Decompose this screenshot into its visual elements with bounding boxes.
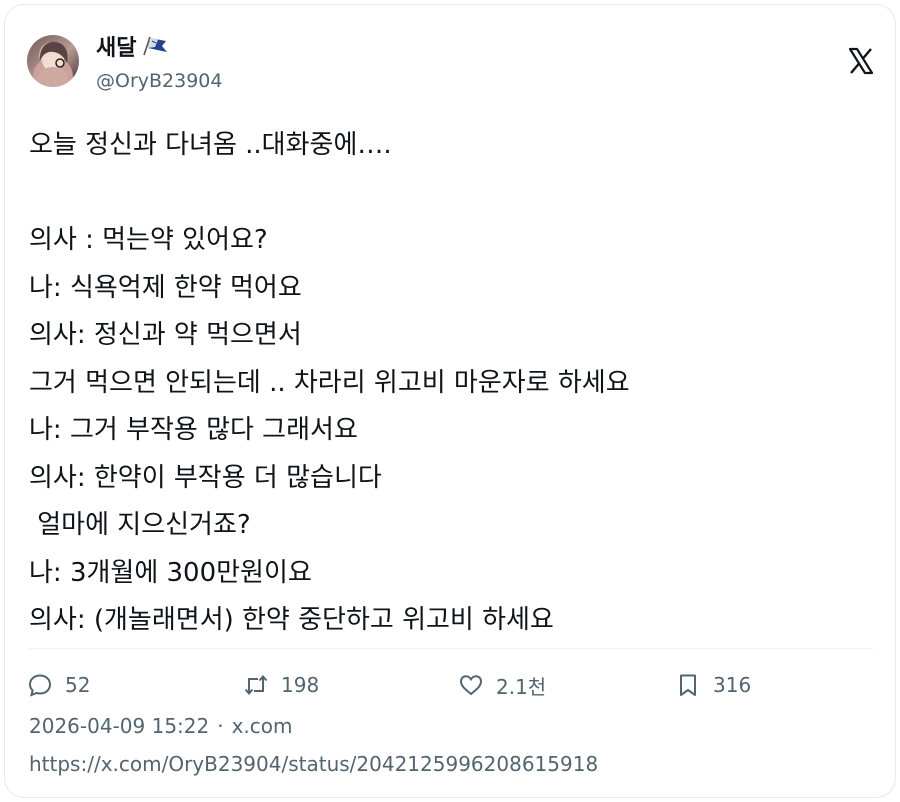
meta-separator: · [217,714,224,738]
bookmark-icon [680,674,696,696]
bookmark-count: 316 [713,673,752,697]
post-line: 의사: (개놀래면서) 한약 중단하고 위고비 하세요 [29,605,554,635]
user-handle[interactable]: @OryB23904 [96,70,223,92]
post-line: 그거 먹으면 안되는데 .. 차라리 위고비 마운자로 하세요 [29,367,630,398]
repost-count: 198 [281,673,320,697]
reply-icon [28,674,52,697]
display-name[interactable]: 새달 [96,30,136,62]
post-line: 얼마에 지으신거죠? [29,510,251,540]
like-button[interactable]: 2.1천 [458,665,546,705]
post-text: 오늘 정신과 다녀옴 ..대화중에…. 의사 : 먹는약 있어요? 나: 식욕억… [29,122,869,645]
avatar[interactable] [27,35,79,87]
reply-button[interactable]: 52 [27,665,90,705]
like-count: 2.1천 [496,674,547,699]
timestamp[interactable]: 2026-04-09 15:22 [29,714,209,738]
post-line: 나: 3개월에 300만원이요 [29,557,312,588]
post-line [29,170,869,218]
flag-icon [140,35,170,57]
post-line: 나: 식욕억제 한약 먹어요 [29,272,302,303]
post-line: 의사: 한약이 부작용 더 많습니다 [29,462,382,493]
display-name-row[interactable]: 새달 [96,30,170,62]
divider [29,648,873,649]
post-line: 의사: 정신과 약 먹으면서 [29,320,302,350]
post-url[interactable]: https://x.com/OryB23904/status/204212599… [29,752,598,776]
repost-button[interactable]: 198 [243,665,319,705]
source-link[interactable]: x.com [232,714,293,738]
action-bar: 52 198 2.1천 316 [0,665,900,705]
x-logo-icon[interactable] [848,47,874,75]
post-line: 나: 그거 부작용 많다 그래서요 [29,415,358,445]
repost-icon [244,674,268,696]
bookmark-button[interactable]: 316 [675,665,751,705]
heart-icon [459,675,483,696]
post-meta: 2026-04-09 15:22 · x.com [29,714,293,738]
post-line: 오늘 정신과 다녀옴 ..대화중에…. [29,130,392,160]
post-line: 의사 : 먹는약 있어요? [29,225,268,255]
reply-count: 52 [65,673,91,697]
